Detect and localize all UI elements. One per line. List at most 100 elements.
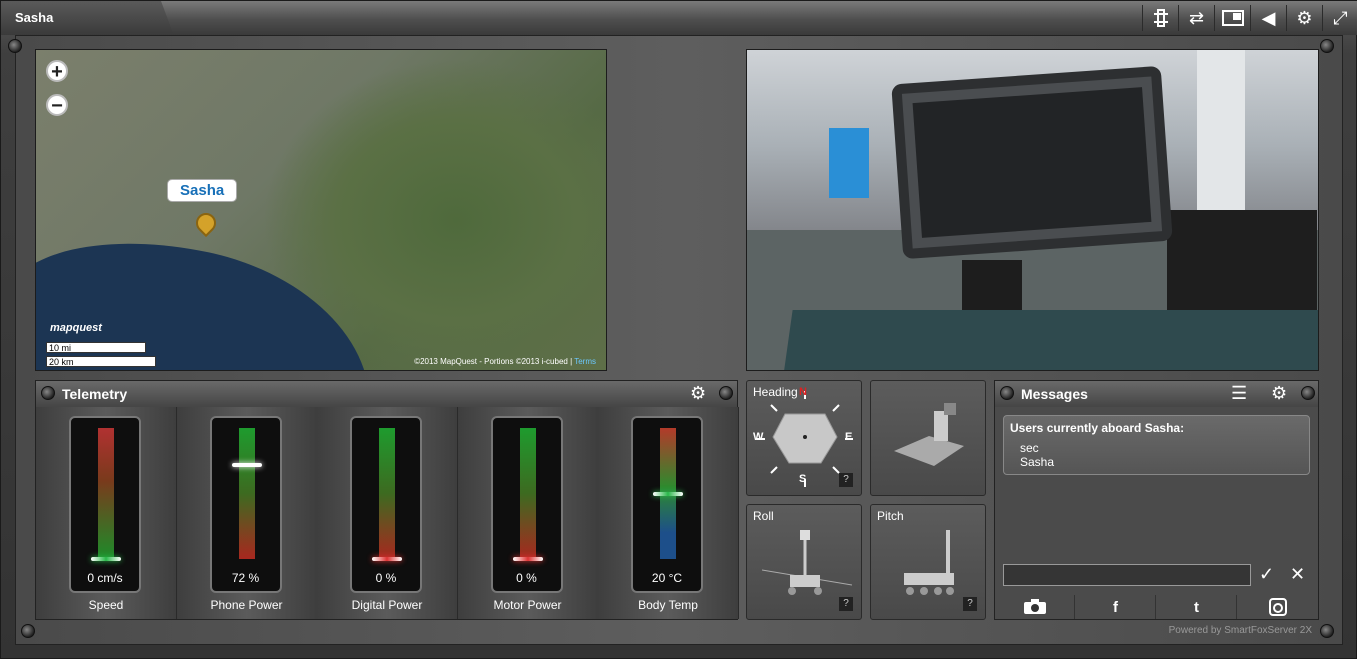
- screw-icon: [1301, 386, 1315, 400]
- gauge-marker: [653, 491, 683, 496]
- camera-feed: [746, 49, 1319, 371]
- facebook-icon[interactable]: f: [1076, 595, 1156, 619]
- menu-icon[interactable]: ☰: [1231, 383, 1247, 404]
- gauge-label: Digital Power: [351, 598, 423, 612]
- camera-box: [1167, 210, 1317, 320]
- users-aboard-box: Users currently aboard Sasha: sec Sasha: [1003, 415, 1310, 475]
- heading-help-button[interactable]: ?: [839, 473, 853, 487]
- camera-monitor-screen: [912, 87, 1152, 238]
- screw-icon: [41, 386, 55, 400]
- mapquest-logo: mapquest: [50, 322, 102, 334]
- gauge-phone-power: 72 % Phone Power: [176, 407, 318, 619]
- terms-link[interactable]: Terms: [574, 357, 596, 366]
- gauge-label: Phone Power: [210, 598, 283, 612]
- picture-in-picture-icon[interactable]: [1214, 5, 1250, 31]
- screw-icon: [21, 624, 35, 638]
- scale-km: 20 km: [46, 356, 156, 367]
- gauge-value: 0 %: [516, 571, 537, 585]
- map-copyright-text: ©2013 MapQuest - Portions ©2013 i-cubed …: [414, 357, 575, 366]
- screw-icon: [1320, 39, 1334, 53]
- camera-table: [781, 310, 1318, 370]
- zoom-out-button[interactable]: −: [46, 94, 68, 116]
- user-item: sec: [1020, 441, 1039, 455]
- compass-south: S: [799, 473, 807, 485]
- app-window: Sasha ⇄ ◀ ⚙ ⤢ + − Sasha mapquest 10 mi 2…: [0, 0, 1357, 659]
- fullscreen-icon[interactable]: ⤢: [1322, 5, 1357, 31]
- telemetry-panel: Telemetry ⚙ 0 cm/s Speed 72 % Phone Power 0 …: [35, 380, 739, 620]
- gauge-label: Body Temp: [638, 598, 698, 612]
- compass-west: W: [753, 431, 764, 443]
- gauge-value: 72 %: [231, 571, 260, 585]
- telemetry-header: Telemetry ⚙: [36, 381, 737, 407]
- compass-east: E: [845, 431, 853, 443]
- gauge-value: 20 °C: [651, 571, 683, 585]
- zoom-in-button[interactable]: +: [46, 60, 68, 82]
- gauge-marker: [372, 557, 402, 561]
- camera-monitor: [891, 65, 1173, 260]
- gauge-tube: 0 %: [490, 416, 563, 593]
- roll-widget: Roll ?: [746, 504, 862, 620]
- map-copyright: ©2013 MapQuest - Portions ©2013 i-cubed …: [414, 357, 596, 366]
- gauge-label: Speed: [88, 598, 124, 612]
- gauge-value: 0 %: [375, 571, 397, 585]
- pitch-widget: Pitch ?: [870, 504, 986, 620]
- messages-header: Messages ☰ ⚙: [995, 381, 1318, 407]
- map-marker-label[interactable]: Sasha: [167, 179, 238, 202]
- map-view[interactable]: + − Sasha mapquest 10 mi 20 km ©2013 Map…: [35, 49, 607, 371]
- gauge-tube: 72 %: [209, 416, 282, 593]
- pitch-robot-icon: [904, 530, 954, 595]
- messages-settings-icon[interactable]: ⚙: [1271, 383, 1287, 404]
- robot-icon[interactable]: [1142, 5, 1178, 31]
- screw-icon: [8, 39, 22, 53]
- robot-3d-view: [870, 380, 986, 496]
- user-item: Sasha: [1020, 455, 1055, 469]
- users-aboard-heading: Users currently aboard Sasha:: [1010, 421, 1185, 435]
- speaker-icon[interactable]: ◀: [1250, 5, 1286, 31]
- swap-icon[interactable]: ⇄: [1178, 5, 1214, 31]
- scale-miles: 10 mi: [46, 342, 146, 353]
- gauge-bar: [519, 428, 536, 559]
- gauge-speed: 0 cm/s Speed: [36, 407, 177, 619]
- send-check-icon[interactable]: ✓: [1259, 564, 1274, 585]
- instagram-icon[interactable]: [1238, 595, 1318, 619]
- gauge-digital-power: 0 % Digital Power: [317, 407, 458, 619]
- gauge-tube: 20 °C: [631, 416, 703, 593]
- gauge-motor-power: 0 % Motor Power: [457, 407, 599, 619]
- robot-model-icon: [894, 403, 964, 466]
- window-title: Sasha: [15, 10, 54, 25]
- camera-blue-object: [829, 128, 869, 198]
- messages-panel: Messages ☰ ⚙ Users currently aboard Sash…: [994, 380, 1319, 620]
- map-pin-icon[interactable]: [191, 208, 221, 238]
- gauge-marker: [512, 557, 543, 561]
- gauge-tube: 0 %: [350, 416, 422, 593]
- clear-x-icon[interactable]: ✕: [1290, 564, 1305, 585]
- gauge-bar: [379, 428, 395, 559]
- gauge-marker: [91, 557, 121, 561]
- gauge-value: 0 cm/s: [87, 571, 123, 585]
- gauge-label: Motor Power: [493, 598, 562, 612]
- gauge-bar: [238, 428, 255, 559]
- heading-widget: Heading N S E W ?: [746, 380, 862, 496]
- message-input[interactable]: [1003, 564, 1251, 586]
- gauge-body-temp: 20 °C Body Temp: [598, 407, 739, 619]
- title-toolbar: ⇄ ◀ ⚙ ⤢: [1142, 5, 1357, 31]
- gauge-bar: [98, 428, 114, 559]
- pitch-label: Pitch: [877, 509, 904, 523]
- screw-icon: [1320, 624, 1334, 638]
- pitch-help-button[interactable]: ?: [963, 597, 977, 611]
- gauge-tube: 0 cm/s: [69, 416, 141, 593]
- compass-north: N: [799, 386, 807, 398]
- messages-title: Messages: [1021, 386, 1088, 402]
- title-bar: Sasha ⇄ ◀ ⚙ ⤢: [1, 1, 1357, 35]
- roll-robot-icon: [762, 530, 852, 595]
- telemetry-settings-icon[interactable]: ⚙: [690, 383, 706, 404]
- camera-snapshot-icon[interactable]: [995, 595, 1075, 619]
- settings-gear-icon[interactable]: ⚙: [1286, 5, 1322, 31]
- roll-help-button[interactable]: ?: [839, 597, 853, 611]
- screw-icon: [719, 386, 733, 400]
- twitter-icon[interactable]: t: [1157, 595, 1237, 619]
- gauge-marker: [231, 462, 262, 467]
- screw-icon: [1000, 386, 1014, 400]
- powered-by-label: Powered by SmartFoxServer 2X: [1168, 625, 1312, 636]
- telemetry-title: Telemetry: [62, 386, 128, 402]
